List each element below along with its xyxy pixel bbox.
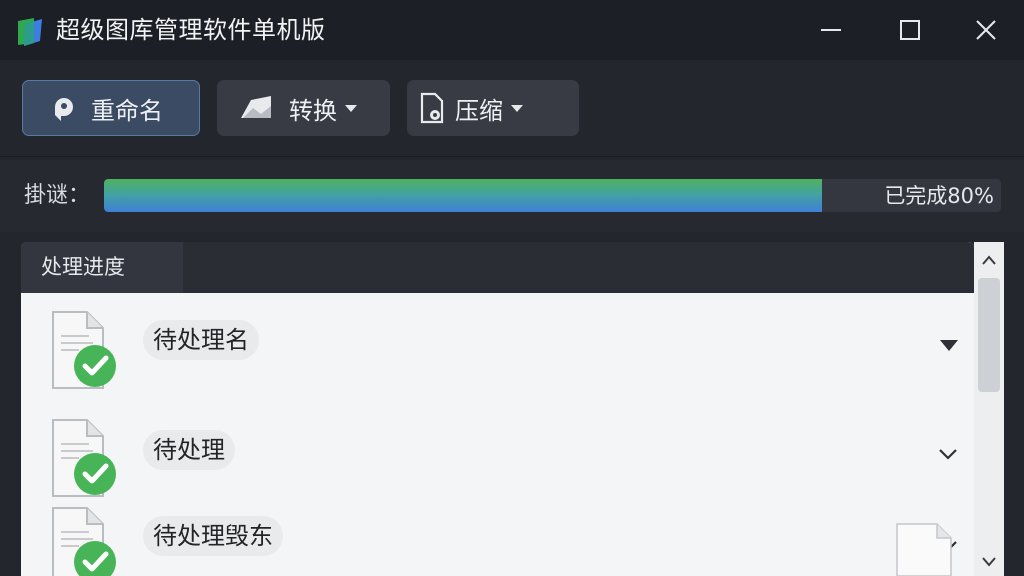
close-icon — [976, 20, 996, 40]
convert-label: 转换 — [289, 96, 337, 125]
file-check-icon — [52, 311, 116, 389]
file-check-icon — [52, 507, 116, 576]
maximize-icon — [900, 20, 920, 40]
window-title: 超级图库管理软件单机版 — [56, 16, 326, 44]
file-name: 待处理毁东 — [143, 516, 283, 556]
scroll-up-button[interactable] — [974, 246, 1004, 274]
app-logo-icon — [18, 18, 42, 46]
chevron-down-icon — [511, 104, 523, 112]
rename-icon — [47, 91, 81, 125]
compress-label: 压缩 — [455, 96, 503, 125]
processing-panel: 处理进度 待处理名 待处理 待处理毁东 — [21, 242, 974, 576]
vertical-scrollbar[interactable] — [974, 242, 1004, 576]
toolbar: 重命名 转换 压缩 — [0, 60, 1024, 157]
list-item[interactable]: 待处理名 — [21, 310, 974, 398]
file-name: 待处理名 — [143, 320, 259, 360]
image-convert-icon — [239, 91, 273, 125]
close-button[interactable] — [963, 10, 1009, 50]
file-name: 待处理 — [143, 430, 235, 470]
chevron-up-icon — [982, 255, 996, 265]
chevron-down-icon — [982, 557, 996, 567]
title-bar: 超级图库管理软件单机版 — [0, 0, 1024, 60]
list-item[interactable]: 待处理毁东 — [21, 506, 974, 576]
list-item[interactable]: 待处理 — [21, 418, 974, 502]
progress-bar — [104, 179, 1001, 212]
progress-label: 掛谜： — [24, 183, 91, 208]
convert-dropdown-button[interactable]: 转换 — [217, 80, 390, 136]
file-check-icon — [52, 419, 116, 497]
chevron-down-icon[interactable] — [938, 448, 958, 460]
rename-label: 重命名 — [91, 96, 163, 125]
triangle-down-icon[interactable] — [940, 340, 958, 352]
minimize-icon — [821, 29, 841, 31]
tab-processing-progress[interactable]: 处理进度 — [21, 242, 183, 293]
rename-button[interactable]: 重命名 — [22, 80, 200, 136]
compress-dropdown-button[interactable]: 压缩 — [407, 80, 579, 136]
minimize-button[interactable] — [808, 10, 854, 50]
progress-fill — [104, 179, 822, 212]
panel-header: 处理进度 — [21, 242, 974, 293]
chevron-down-icon — [345, 104, 357, 112]
progress-text: 已完成80% — [884, 184, 994, 208]
scrollbar-thumb[interactable] — [978, 278, 1000, 392]
file-ghost-icon — [896, 523, 952, 576]
maximize-button[interactable] — [887, 10, 933, 50]
compress-icon — [415, 91, 449, 125]
scroll-down-button[interactable] — [974, 548, 1004, 576]
